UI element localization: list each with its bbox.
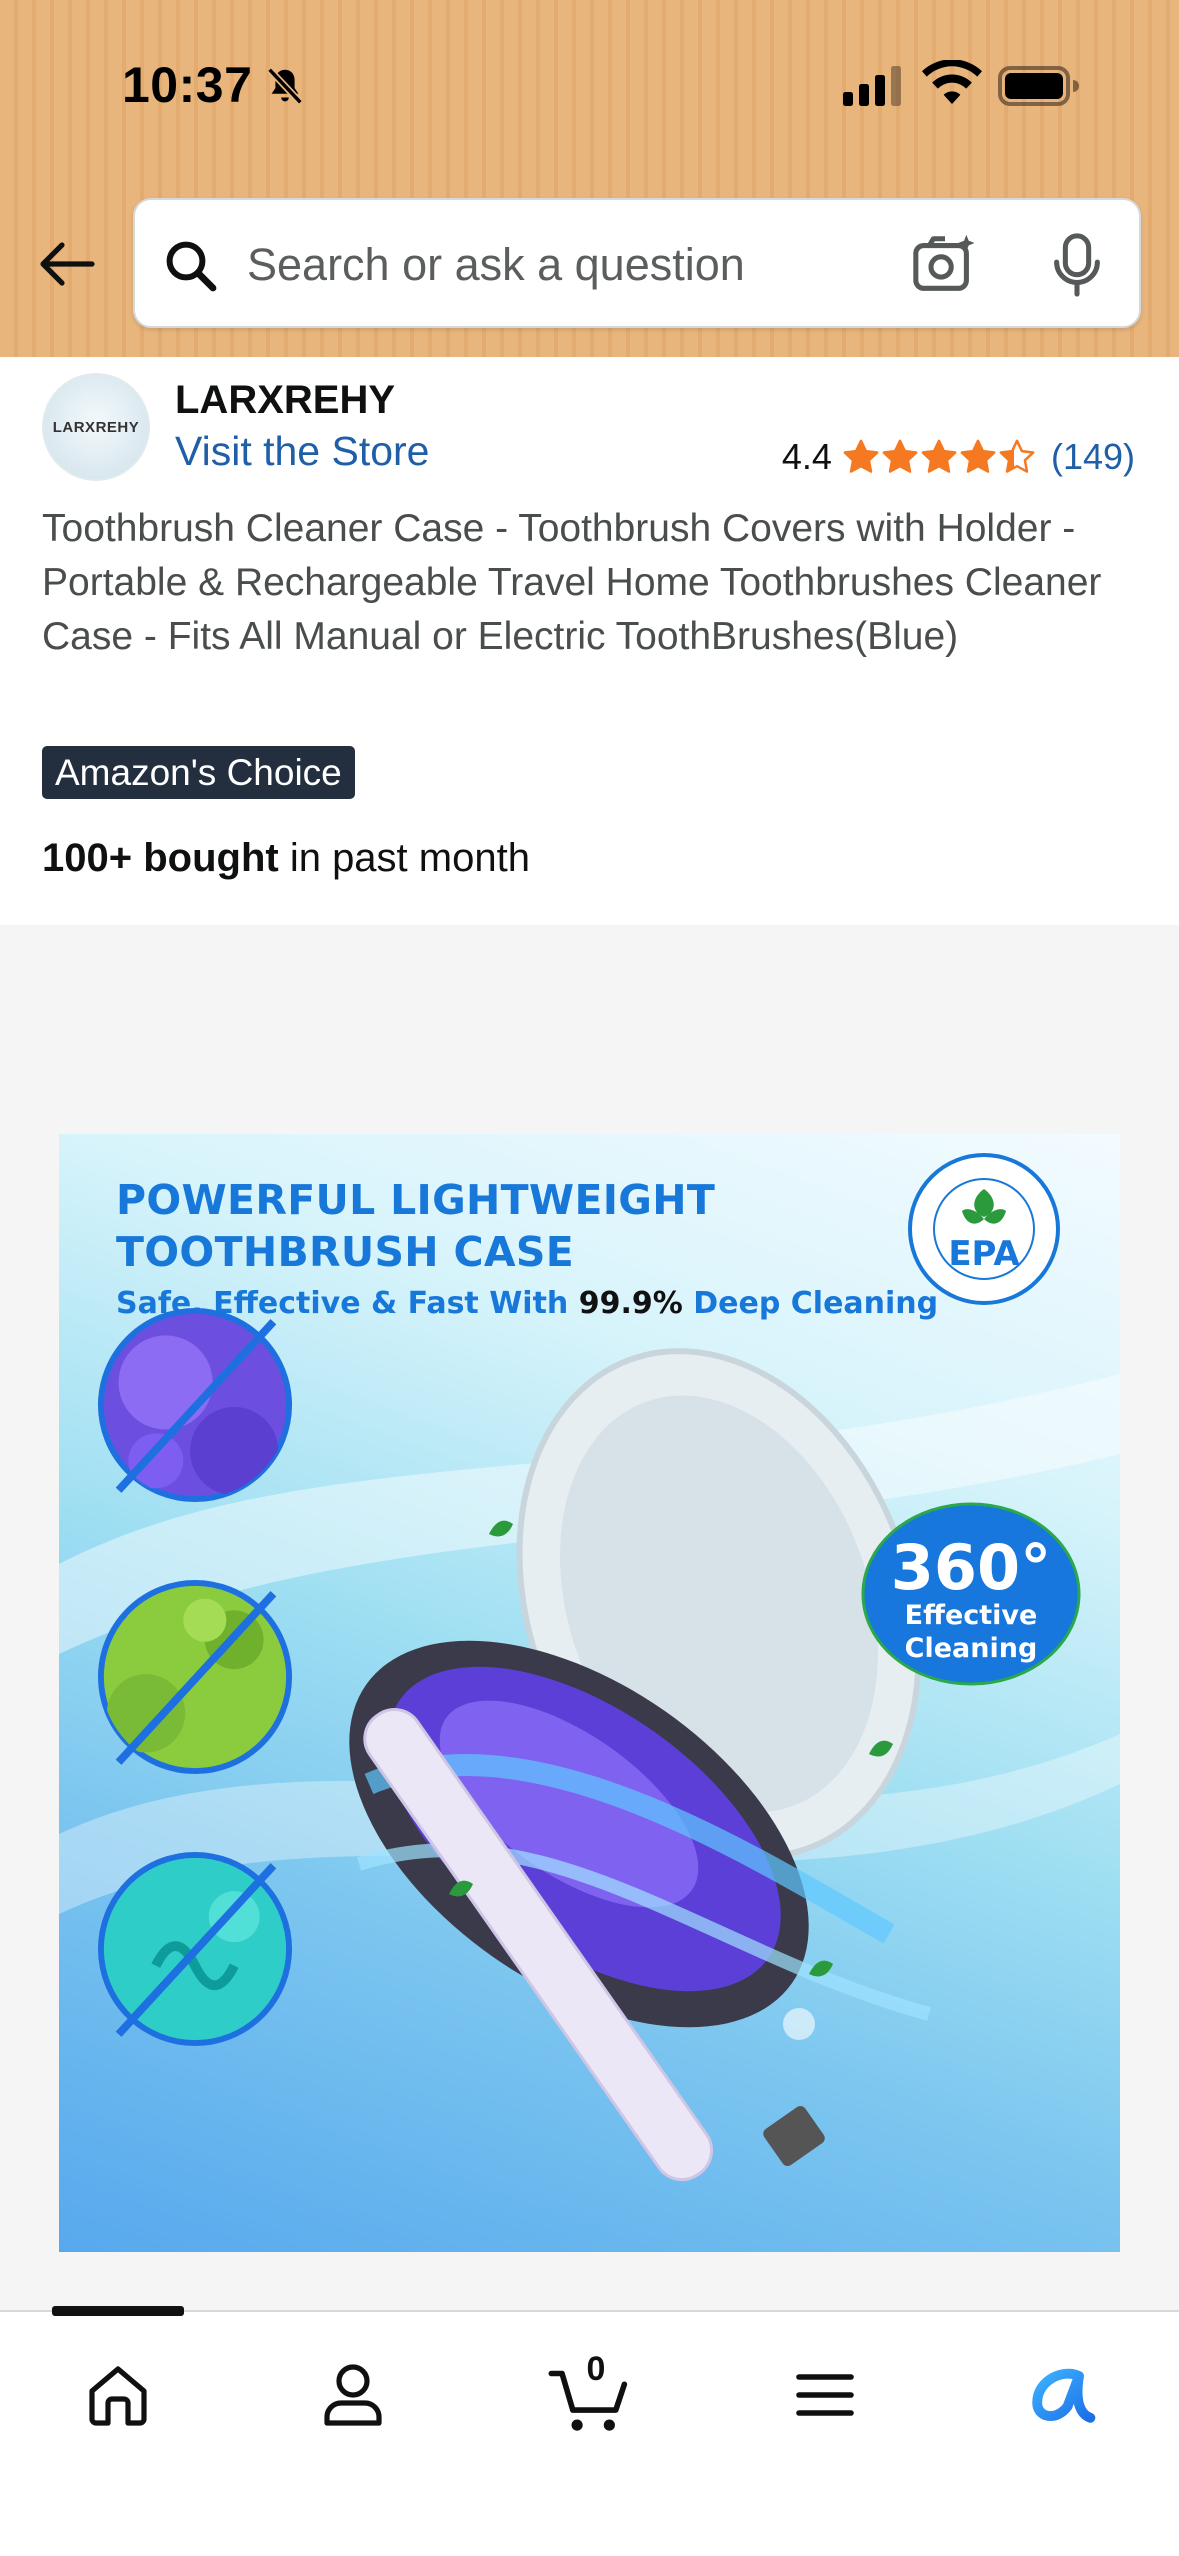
bottom-tab-bar: 0: [0, 2306, 1179, 2556]
status-time: 10:37: [122, 57, 253, 113]
search-bar[interactable]: [133, 198, 1141, 328]
image-sub-suffix: Deep Cleaning: [682, 1286, 939, 1321]
cart-count: 0: [586, 2350, 606, 2388]
cellular-signal-icon: [843, 66, 901, 106]
bought-in-past-month: 100+ bought in past month: [42, 836, 530, 881]
360-badge-number: 360°: [891, 1531, 1051, 1604]
home-icon: [89, 2366, 147, 2426]
360-badge-line1: Effective: [905, 1600, 1038, 1631]
bought-period: in past month: [278, 836, 530, 880]
image-headline: POWERFUL LIGHTWEIGHT TOOTHBRUSH CASE: [116, 1174, 715, 1278]
star-icon: [921, 439, 957, 473]
germ-circle-teal: [97, 1851, 293, 2047]
360-badge-line2: Cleaning: [905, 1633, 1038, 1664]
bell-muted-icon: [267, 67, 303, 105]
image-sub-percent: 99.9%: [578, 1286, 683, 1321]
germ-circle-purple: [97, 1307, 293, 1503]
battery-icon: [998, 66, 1079, 106]
star-icon: [960, 439, 996, 473]
microphone-icon[interactable]: [1047, 232, 1107, 298]
menu-icon: [796, 2374, 854, 2416]
brand-logo-text: LARXREHY: [52, 418, 140, 436]
product-image[interactable]: POWERFUL LIGHTWEIGHT TOOTHBRUSH CASE Saf…: [59, 1134, 1120, 2252]
image-gallery[interactable]: POWERFUL LIGHTWEIGHT TOOTHBRUSH CASE Saf…: [0, 925, 1179, 2310]
camera-lens-icon[interactable]: [910, 230, 980, 300]
epa-seal-icon: EPA: [908, 1153, 1060, 1305]
image-headline-line2: TOOTHBRUSH CASE: [116, 1228, 575, 1276]
brand-name: LARXREHY: [175, 378, 396, 422]
tab-account[interactable]: [308, 2350, 398, 2440]
search-input[interactable]: [247, 230, 887, 300]
wifi-icon: [922, 60, 982, 104]
rufus-icon: [1032, 2368, 1096, 2423]
product-title: Toothbrush Cleaner Case - Toothbrush Cov…: [42, 507, 1102, 658]
tab-rufus[interactable]: [1015, 2350, 1105, 2440]
search-icon: [166, 241, 217, 292]
star-icon: [843, 439, 879, 473]
toothbrush-case-illustration: [349, 1348, 971, 2182]
back-arrow-icon[interactable]: [34, 232, 98, 296]
visit-store-link[interactable]: Visit the Store: [175, 428, 430, 475]
tab-home[interactable]: [73, 2350, 163, 2440]
germ-circle-green: [97, 1579, 293, 1775]
brand-logo[interactable]: LARXREHY: [42, 373, 150, 481]
star-rating: [842, 438, 1037, 476]
image-headline-line1: POWERFUL LIGHTWEIGHT: [116, 1176, 716, 1224]
tab-cart[interactable]: 0: [545, 2350, 635, 2440]
360-cleaning-badge: 360° Effective Cleaning: [861, 1502, 1081, 1686]
review-count[interactable]: (149): [1051, 436, 1135, 478]
bought-count: 100+ bought: [42, 836, 279, 880]
rating-summary[interactable]: 4.4 (149): [782, 432, 1135, 482]
active-tab-indicator: [52, 2306, 184, 2316]
star-icon: [882, 439, 918, 473]
account-icon: [324, 2364, 382, 2426]
rating-value: 4.4: [781, 436, 832, 477]
amazons-choice-badge[interactable]: Amazon's Choice: [42, 746, 355, 799]
header: 10:37: [0, 0, 1179, 357]
star-icon: [999, 439, 1035, 473]
epa-seal-label: EPA: [948, 1234, 1020, 1274]
status-bar: 10:37: [0, 0, 1179, 175]
tab-menu[interactable]: [780, 2350, 870, 2440]
